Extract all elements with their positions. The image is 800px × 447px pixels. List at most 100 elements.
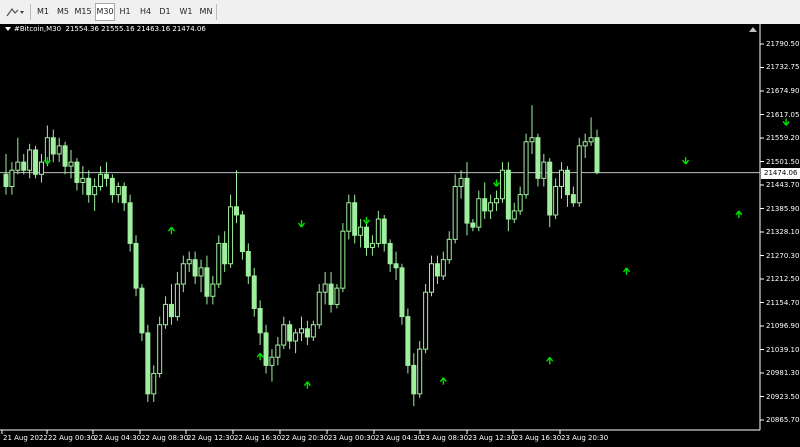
candle-body bbox=[458, 177, 464, 188]
candle-body bbox=[564, 169, 570, 196]
candle-body bbox=[275, 344, 281, 358]
candle-body bbox=[269, 356, 275, 366]
candle-body bbox=[98, 173, 104, 188]
candle-body bbox=[68, 161, 74, 167]
candle-body bbox=[399, 267, 405, 318]
candle-body bbox=[369, 242, 375, 248]
buy-arrow-icon bbox=[167, 226, 176, 235]
candle-body bbox=[411, 364, 417, 395]
buy-arrow-icon bbox=[256, 352, 264, 361]
timeframe-m15-button[interactable]: M15 bbox=[73, 3, 93, 21]
price-chart[interactable]: #Bitcoin,M30 21554.36 21555.16 21463.16 … bbox=[0, 24, 800, 447]
candle-body bbox=[168, 303, 174, 318]
candle-body bbox=[594, 137, 600, 174]
candle-body bbox=[228, 206, 234, 265]
chart-shift-icon[interactable] bbox=[749, 27, 757, 32]
timeframe-d1-button[interactable]: D1 bbox=[157, 3, 173, 21]
timeframe-h4-button[interactable]: H4 bbox=[137, 3, 154, 21]
candle-body bbox=[56, 145, 62, 155]
timeframe-m30-button[interactable]: M30 bbox=[95, 3, 115, 21]
current-price-tag: 21474.06 bbox=[761, 167, 800, 179]
candle-body bbox=[92, 186, 98, 196]
price-label: 21501.50 bbox=[766, 157, 800, 166]
timeframe-w1-button[interactable]: W1 bbox=[177, 3, 195, 21]
timeframe-m5-button[interactable]: M5 bbox=[54, 3, 72, 21]
candle-body bbox=[210, 283, 216, 297]
candle-body bbox=[470, 222, 476, 228]
candle-body bbox=[74, 161, 80, 183]
candle-body bbox=[127, 202, 133, 244]
candle-body bbox=[523, 141, 529, 196]
candle-body bbox=[251, 275, 257, 309]
candle-body bbox=[488, 202, 494, 212]
candle-body bbox=[198, 267, 204, 277]
candle-body bbox=[145, 332, 151, 395]
candle-body bbox=[517, 194, 523, 212]
candle-body bbox=[21, 161, 27, 171]
candle-body bbox=[299, 328, 304, 334]
buy-arrow-icon bbox=[546, 356, 554, 365]
price-label: 21443.70 bbox=[766, 181, 800, 189]
price-label: 21674.90 bbox=[766, 87, 800, 95]
candlestick-plot bbox=[0, 24, 790, 434]
candle-body bbox=[103, 173, 109, 179]
candle-body bbox=[511, 210, 517, 220]
sell-arrow-icon bbox=[297, 220, 306, 228]
drawing-tools-icon[interactable] bbox=[5, 5, 25, 19]
candle-body bbox=[186, 259, 192, 265]
candle-body bbox=[535, 137, 541, 179]
buy-arrow-icon bbox=[622, 267, 631, 275]
candle-body bbox=[364, 226, 370, 248]
candle-body bbox=[80, 177, 86, 183]
candle-body bbox=[109, 177, 115, 196]
timeframe-mn-button[interactable]: MN bbox=[197, 3, 215, 21]
candle-body bbox=[50, 137, 56, 155]
candle-body bbox=[381, 218, 387, 244]
timeframe-m1-button[interactable]: M1 bbox=[34, 3, 52, 21]
candle-body bbox=[464, 177, 470, 224]
candle-body bbox=[334, 287, 340, 305]
candle-body bbox=[293, 332, 299, 342]
candle-body bbox=[157, 324, 163, 375]
candle-body bbox=[505, 169, 511, 220]
candle-body bbox=[541, 161, 547, 179]
candle-body bbox=[257, 307, 263, 334]
candle-body bbox=[559, 169, 565, 188]
candle-body bbox=[476, 198, 482, 228]
sell-arrow-icon bbox=[362, 216, 371, 225]
candle-body bbox=[281, 324, 287, 346]
candle-body bbox=[547, 161, 553, 216]
candle-body bbox=[499, 169, 505, 200]
candle-body bbox=[576, 145, 582, 204]
candle-body bbox=[452, 186, 458, 240]
candle-body bbox=[263, 332, 269, 366]
sell-arrow-icon bbox=[682, 157, 690, 165]
price-label: 21212.50 bbox=[766, 275, 800, 283]
price-label: 21270.30 bbox=[766, 251, 800, 260]
price-label: 21096.90 bbox=[766, 322, 800, 330]
toolbar-separator bbox=[30, 4, 31, 20]
candle-body bbox=[310, 324, 316, 338]
candle-body bbox=[346, 202, 352, 232]
candle-body bbox=[446, 238, 452, 261]
candle-body bbox=[482, 198, 488, 212]
candle-body bbox=[86, 177, 92, 196]
time-label: 21 Aug 2022 bbox=[3, 434, 48, 442]
time-label: 23 Aug 12:30 bbox=[468, 434, 516, 442]
candle-body bbox=[15, 161, 21, 171]
price-label: 20981.30 bbox=[766, 369, 800, 377]
candle-body bbox=[375, 218, 381, 244]
candle-body bbox=[352, 202, 358, 236]
candle-body bbox=[393, 263, 399, 269]
candle-body bbox=[115, 186, 121, 196]
candle-body bbox=[239, 214, 245, 253]
price-label: 21559.20 bbox=[766, 134, 800, 143]
candle-body bbox=[570, 194, 576, 204]
price-label: 21328.10 bbox=[766, 228, 800, 236]
collapse-triangle-icon[interactable] bbox=[5, 27, 11, 31]
timeframe-h1-button[interactable]: H1 bbox=[117, 3, 133, 21]
candle-body bbox=[245, 251, 251, 277]
price-label: 21154.70 bbox=[766, 298, 800, 307]
buy-arrow-icon bbox=[303, 381, 311, 389]
candle-body bbox=[222, 242, 228, 265]
